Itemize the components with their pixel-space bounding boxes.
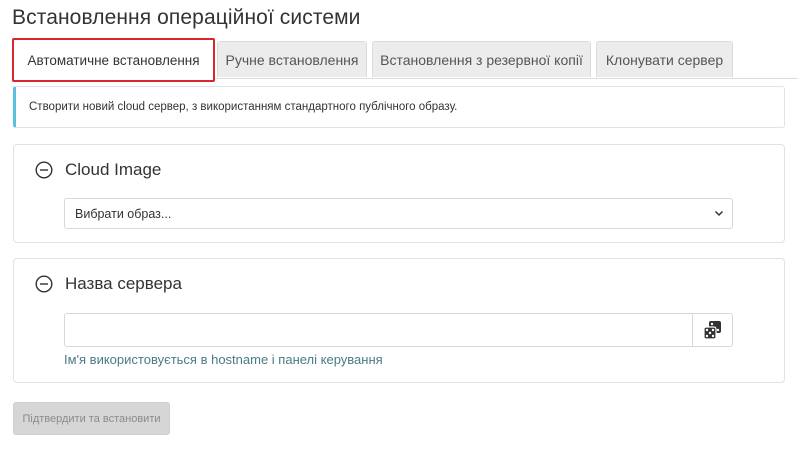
- tab-automatic-install[interactable]: Автоматичне встановлення: [12, 38, 215, 82]
- tab-bar: Автоматичне встановлення Ручне встановле…: [12, 38, 798, 82]
- info-alert-text: Створити новий cloud сервер, з використа…: [29, 101, 458, 113]
- page-title: Встановлення операційної системи: [12, 6, 361, 29]
- minus-circle-icon[interactable]: [35, 275, 53, 293]
- cloud-image-title: Cloud Image: [65, 160, 162, 179]
- minus-circle-icon[interactable]: [35, 161, 53, 179]
- cloud-image-panel-header[interactable]: Cloud Image: [35, 160, 161, 180]
- server-name-help-text: Ім'я використовується в hostname і панел…: [64, 352, 383, 367]
- image-select-value: Вибрати образ...: [75, 206, 172, 221]
- info-alert: Створити новий cloud сервер, з використа…: [13, 86, 785, 128]
- tab-manual-install[interactable]: Ручне встановлення: [217, 41, 367, 77]
- tab-clone-server[interactable]: Клонувати сервер: [596, 41, 733, 77]
- dice-icon: [702, 321, 721, 340]
- server-name-panel-header[interactable]: Назва сервера: [35, 274, 182, 294]
- image-select[interactable]: Вибрати образ...: [64, 198, 733, 229]
- confirm-install-button[interactable]: Підтвердити та встановити: [13, 402, 170, 435]
- chevron-down-icon: [714, 210, 724, 217]
- server-name-panel: Назва сервера Ім'я використовується в ho…: [13, 258, 785, 383]
- cloud-image-panel: Cloud Image Вибрати образ...: [13, 144, 785, 243]
- random-name-button[interactable]: [692, 314, 732, 346]
- server-name-input[interactable]: [65, 314, 693, 346]
- tab-backup-install[interactable]: Встановлення з резервної копії: [372, 41, 591, 77]
- server-name-input-group: [64, 313, 733, 347]
- server-name-title: Назва сервера: [65, 274, 182, 293]
